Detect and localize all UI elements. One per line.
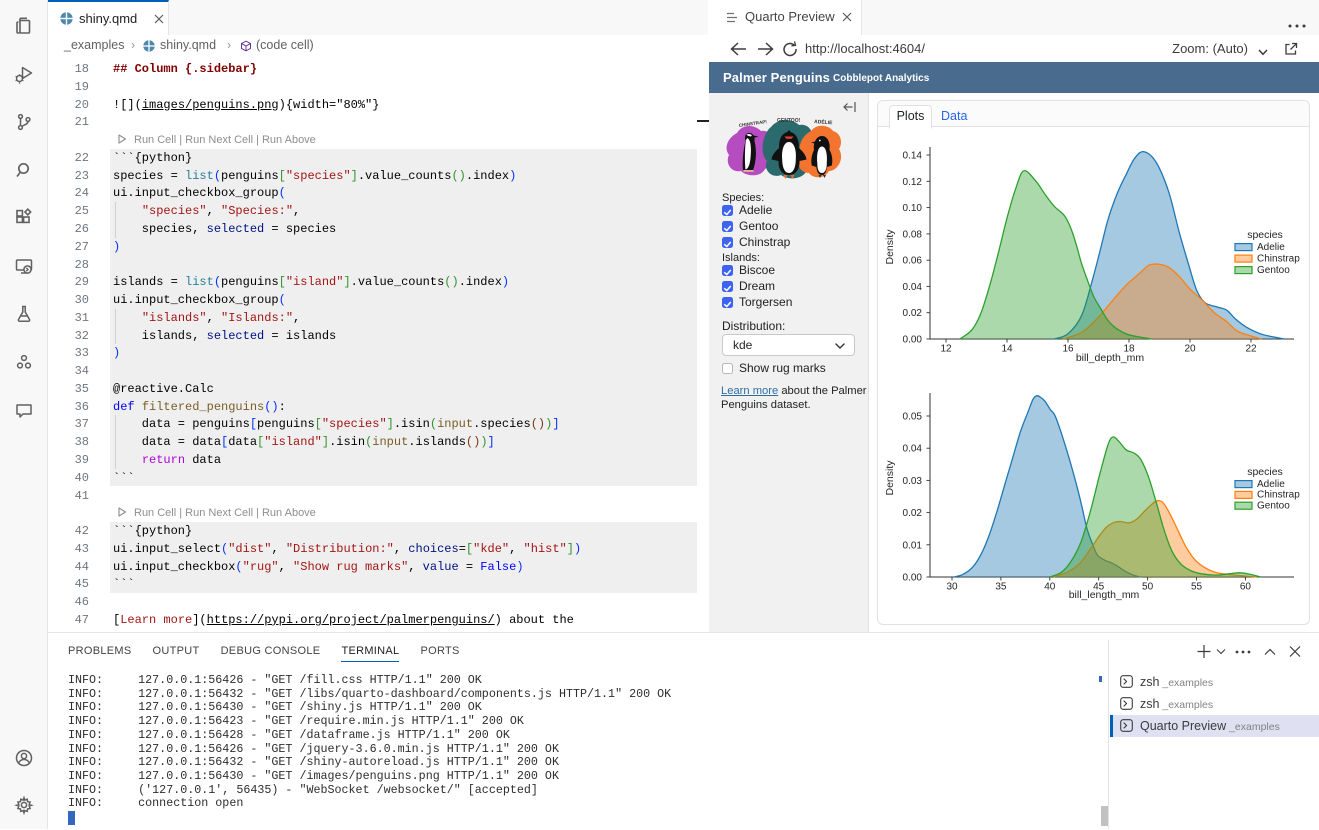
svg-text:ADÉLIE: ADÉLIE xyxy=(814,117,834,126)
svg-text:GENTOO!: GENTOO! xyxy=(777,118,801,124)
